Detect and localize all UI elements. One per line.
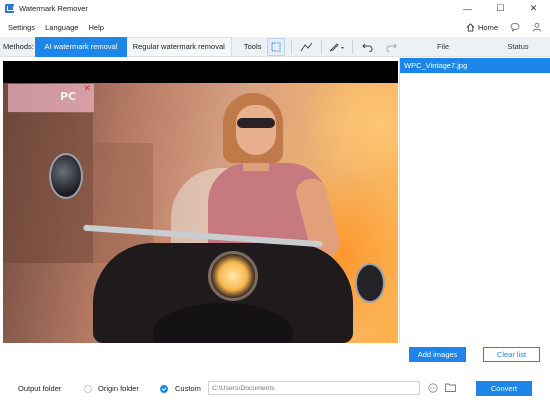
title-bar: Watermark Remover — ☐ ✕ <box>0 0 550 17</box>
folder-icon[interactable] <box>445 383 456 392</box>
watermark-selection[interactable]: PC ✕ <box>8 83 94 112</box>
file-name: WPC_Vintage7.jpg <box>404 61 468 70</box>
file-list: WPC_Vintage7.jpg <box>400 57 550 343</box>
custom-folder-label[interactable]: Custom <box>175 384 201 393</box>
clear-list-button[interactable]: Clear list <box>483 347 540 362</box>
photo-face <box>236 105 276 155</box>
photo-mirror-left <box>49 153 83 199</box>
redo-icon[interactable] <box>382 38 400 56</box>
lasso-icon[interactable] <box>298 38 316 56</box>
app-icon <box>5 4 14 13</box>
undo-icon[interactable] <box>359 38 377 56</box>
window-title: Watermark Remover <box>19 4 88 13</box>
menu-bar: Settings Language Help Home <box>0 17 550 37</box>
home-label: Home <box>477 22 498 32</box>
photo-image <box>3 83 398 343</box>
maximize-button[interactable]: ☐ <box>484 0 517 17</box>
more-options-icon[interactable] <box>428 383 438 393</box>
convert-button[interactable]: Convert <box>476 381 532 396</box>
user-icon[interactable] <box>532 22 542 32</box>
photo-sunglasses <box>237 118 275 128</box>
column-status: Status <box>507 42 529 51</box>
menu-language[interactable]: Language <box>45 23 78 32</box>
output-folder-label: Output folder <box>18 384 62 393</box>
photo-mirror-right <box>355 263 385 303</box>
photo-headlight <box>208 251 258 301</box>
toolbar-divider <box>351 39 353 54</box>
close-button[interactable]: ✕ <box>517 0 550 17</box>
methods-label: Methods: <box>3 42 34 51</box>
output-path-input[interactable] <box>208 381 420 395</box>
remove-selection-icon[interactable]: ✕ <box>83 83 91 94</box>
method-regular-removal-button[interactable]: Regular watermark removal <box>126 36 232 57</box>
method-ai-removal-button[interactable]: AI watermark removal <box>35 36 127 57</box>
menu-right-actions: Home <box>466 17 542 37</box>
custom-folder-radio[interactable] <box>160 385 168 393</box>
origin-folder-radio[interactable] <box>84 385 92 393</box>
toolbar-divider <box>290 39 292 54</box>
image-canvas[interactable]: PC ✕ <box>3 61 398 343</box>
minimize-button[interactable]: — <box>451 0 484 17</box>
file-list-item[interactable]: WPC_Vintage7.jpg <box>400 58 550 73</box>
file-list-header: File Status <box>400 37 550 57</box>
origin-folder-label[interactable]: Origin folder <box>98 384 139 393</box>
window-controls: — ☐ ✕ <box>451 0 550 17</box>
tools-label: Tools <box>243 42 262 51</box>
output-bar: Output folder Origin folder Custom Conve… <box>0 375 550 406</box>
home-button[interactable]: Home <box>466 23 498 32</box>
brush-icon[interactable] <box>328 38 346 56</box>
column-file: File <box>436 42 450 51</box>
toolbar: Methods: AI watermark removal Regular wa… <box>0 36 400 57</box>
menu-help[interactable]: Help <box>88 23 103 32</box>
watermark-text: PC <box>60 90 77 103</box>
home-icon <box>466 22 475 32</box>
rectangle-select-icon[interactable] <box>267 37 285 56</box>
toolbar-divider <box>321 39 323 54</box>
chat-icon[interactable] <box>510 22 520 32</box>
menu-settings[interactable]: Settings <box>8 23 35 32</box>
add-images-button[interactable]: Add images <box>409 347 466 362</box>
